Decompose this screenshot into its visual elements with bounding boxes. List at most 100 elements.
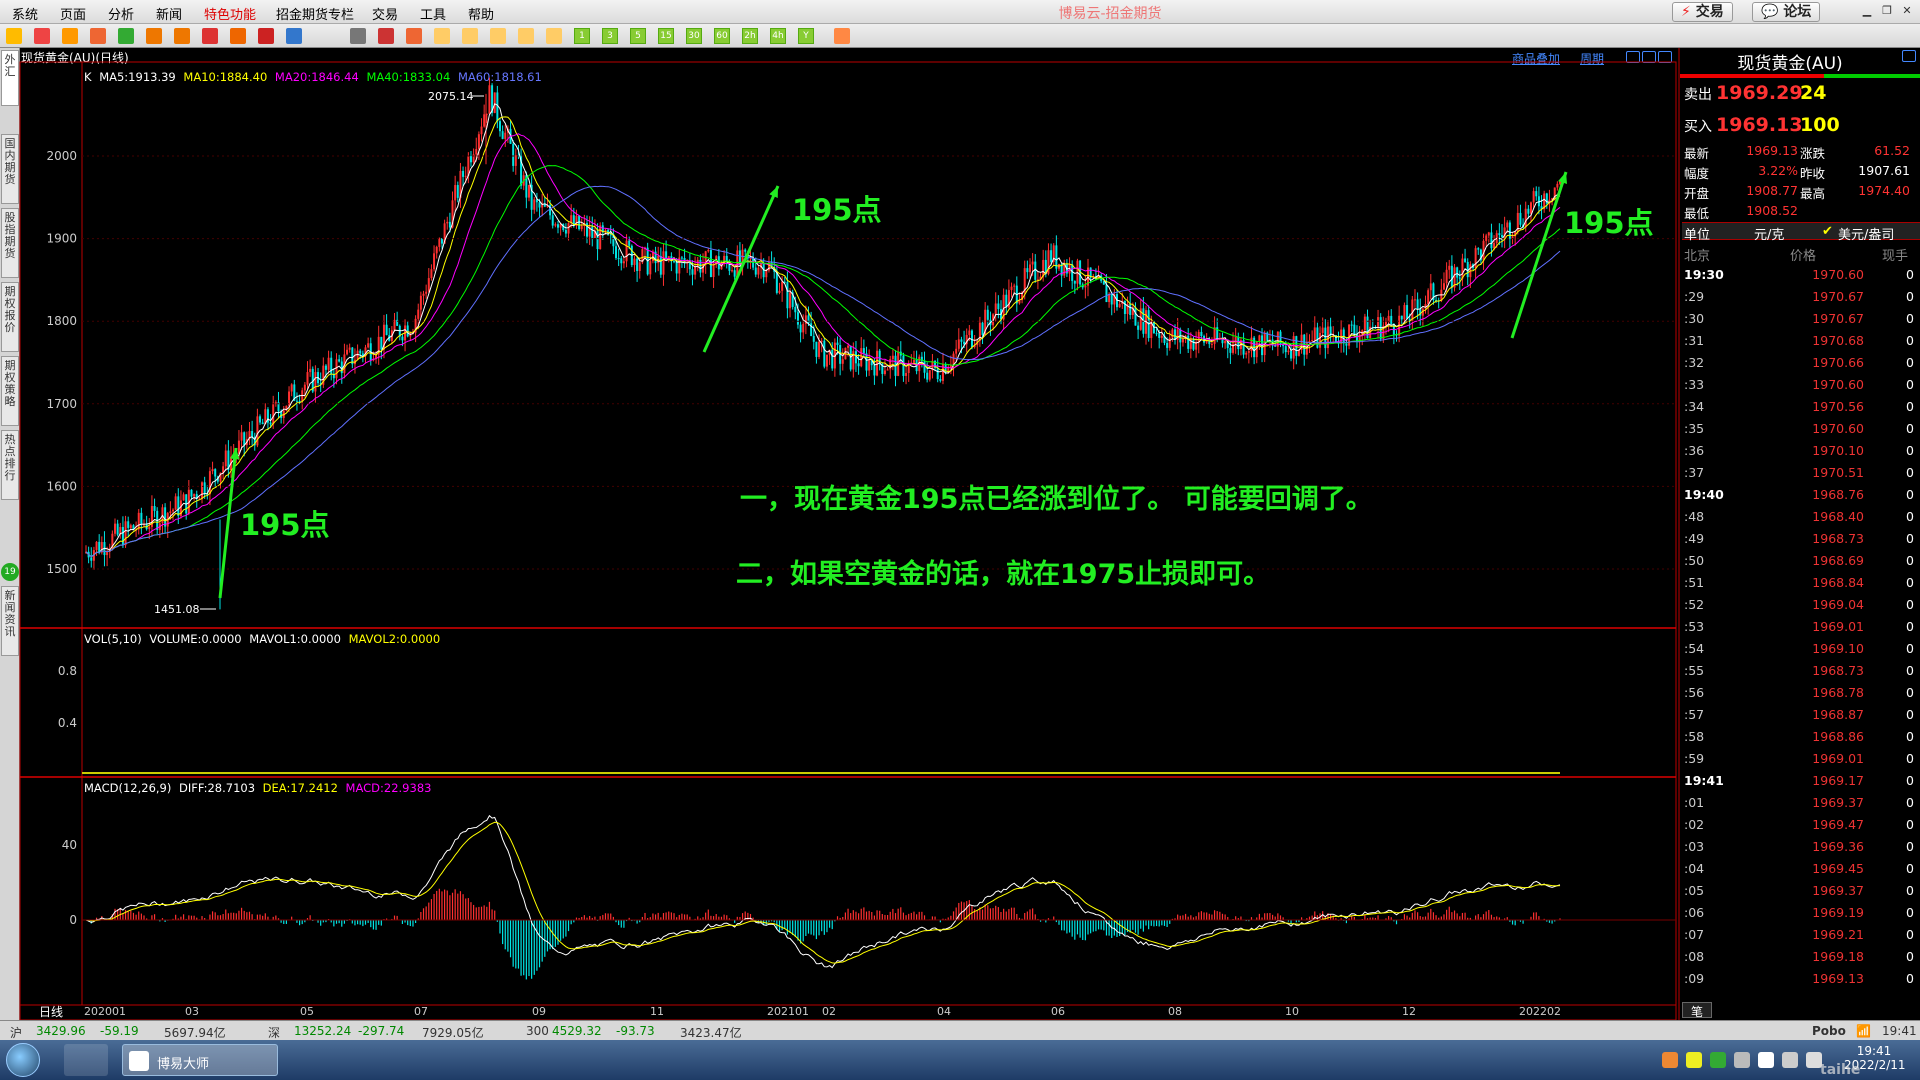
tab-option-strategy[interactable]: 期权策略 [1,356,19,426]
tick-row[interactable]: :04 1969.45 0 [1684,861,1914,883]
table-icon[interactable] [350,28,366,44]
tick-row[interactable]: :02 1969.47 0 [1684,817,1914,839]
tick-row[interactable]: :37 1970.51 0 [1684,465,1914,487]
tick-row[interactable]: :08 1969.18 0 [1684,949,1914,971]
forum-button[interactable]: 💬 论坛 [1752,2,1821,22]
menu-system[interactable]: 系统 [12,4,38,23]
tick-row[interactable]: 19:40 1968.76 0 [1684,487,1914,509]
tick-row[interactable]: :49 1968.73 0 [1684,531,1914,553]
year-icon[interactable] [546,28,562,44]
tick-row[interactable]: :06 1969.19 0 [1684,905,1914,927]
unit-alt[interactable]: 美元/盎司 [1838,224,1894,243]
tray-network-icon[interactable] [1782,1052,1798,1068]
filter-icon[interactable] [258,28,274,44]
tick-row[interactable]: :53 1969.01 0 [1684,619,1914,641]
chart-line-icon[interactable] [378,28,394,44]
menu-news[interactable]: 新闻 [156,4,182,23]
check-icon[interactable]: ✔ [1822,224,1833,239]
settings-icon[interactable] [834,28,850,44]
tick-row[interactable]: :01 1969.37 0 [1684,795,1914,817]
fullscreen-icon[interactable] [1658,51,1672,63]
panel-toggle-icon[interactable] [1902,50,1916,62]
layout-icon[interactable] [1626,51,1640,63]
tick-row[interactable]: :48 1968.40 0 [1684,509,1914,531]
chart-k-icon[interactable] [406,28,422,44]
period-1-icon[interactable]: 1 [574,28,590,44]
menu-analysis[interactable]: 分析 [108,4,134,23]
tray-ime-icon[interactable] [1662,1052,1678,1068]
tab-hot-rank[interactable]: 热点排行 [1,430,19,500]
tick-row[interactable]: :56 1968.78 0 [1684,685,1914,707]
period-5-icon[interactable]: 5 [630,28,646,44]
tick-row[interactable]: :54 1969.10 0 [1684,641,1914,663]
menu-trade[interactable]: 交易 [372,4,398,23]
period-30-icon[interactable]: 30 [686,28,702,44]
kline-chart[interactable]: 2075.141451.08 2000190018001700160015000… [0,0,1920,1080]
overlay-link[interactable]: 商品叠加 [1512,50,1560,67]
period-4h-icon[interactable]: 4h [770,28,786,44]
tick-row[interactable]: :07 1969.21 0 [1684,927,1914,949]
tick-row[interactable]: :57 1968.87 0 [1684,707,1914,729]
zoom-in-icon[interactable] [146,28,162,44]
tick-row[interactable]: :36 1970.10 0 [1684,443,1914,465]
period-2h-icon[interactable]: 2h [742,28,758,44]
close-icon[interactable]: ✕ [1898,3,1916,19]
trade-button[interactable]: ⚡ 交易 [1672,2,1733,22]
tick-row[interactable]: :52 1969.04 0 [1684,597,1914,619]
back-icon[interactable] [6,28,22,44]
pen-icon[interactable] [202,28,218,44]
period-60-icon[interactable]: 60 [714,28,730,44]
tab-forex[interactable]: 外汇 [1,50,19,106]
daily-icon[interactable] [434,28,450,44]
tick-row[interactable]: :51 1968.84 0 [1684,575,1914,597]
tab-index-futures[interactable]: 股指期货 [1,208,19,278]
new-icon[interactable] [286,28,302,44]
tab-news[interactable]: 新闻资讯 [1,586,19,656]
period-y-icon[interactable]: Y [798,28,814,44]
taskbar-app-icon[interactable] [64,1044,108,1076]
pencil-icon[interactable] [230,28,246,44]
tick-row[interactable]: :31 1970.68 0 [1684,333,1914,355]
zoom-out-icon[interactable] [174,28,190,44]
weekly-icon[interactable] [462,28,478,44]
tray-emoji-icon[interactable] [1686,1052,1702,1068]
home-icon[interactable] [34,28,50,44]
start-button[interactable] [6,1043,40,1077]
menu-tools[interactable]: 工具 [420,4,446,23]
maximize-icon[interactable]: ❐ [1878,3,1896,19]
tick-row[interactable]: :29 1970.67 0 [1684,289,1914,311]
tick-row[interactable]: :34 1970.56 0 [1684,399,1914,421]
tab-option-quotes[interactable]: 期权报价 [1,282,19,352]
folder-icon[interactable] [90,28,106,44]
quarter-icon[interactable] [518,28,534,44]
menu-special[interactable]: 特色功能 [204,4,256,23]
tick-row[interactable]: :35 1970.60 0 [1684,421,1914,443]
period-15-icon[interactable]: 15 [658,28,674,44]
menu-page[interactable]: 页面 [60,4,86,23]
split-icon[interactable] [1642,51,1656,63]
period-3-icon[interactable]: 3 [602,28,618,44]
tick-row[interactable]: :30 1970.67 0 [1684,311,1914,333]
tick-row[interactable]: :59 1969.01 0 [1684,751,1914,773]
tick-row[interactable]: :09 1969.13 0 [1684,971,1914,993]
tick-row[interactable]: 19:41 1969.17 0 [1684,773,1914,795]
menu-zhaojin[interactable]: 招金期货专栏 [276,4,354,23]
tick-row[interactable]: :58 1968.86 0 [1684,729,1914,751]
menu-help[interactable]: 帮助 [468,4,494,23]
tick-row[interactable]: :55 1968.73 0 [1684,663,1914,685]
tab-domestic-futures[interactable]: 国内期货 [1,134,19,204]
tick-row[interactable]: :03 1969.36 0 [1684,839,1914,861]
taskbar-app-pobo[interactable]: 博易大师 [122,1044,278,1076]
tray-qq-icon[interactable] [1758,1052,1774,1068]
tick-row[interactable]: 19:30 1970.60 0 [1684,267,1914,289]
book-icon[interactable] [62,28,78,44]
tray-shield-icon[interactable] [1710,1052,1726,1068]
tab-tick-detail[interactable]: 笔 [1682,1002,1712,1019]
tick-row[interactable]: :33 1970.60 0 [1684,377,1914,399]
period-link[interactable]: 周期 [1580,50,1604,67]
tick-row[interactable]: :32 1970.66 0 [1684,355,1914,377]
refresh-icon[interactable] [118,28,134,44]
minimize-icon[interactable]: ▁ [1858,3,1876,19]
tick-row[interactable]: :05 1969.37 0 [1684,883,1914,905]
tick-row[interactable]: :50 1968.69 0 [1684,553,1914,575]
